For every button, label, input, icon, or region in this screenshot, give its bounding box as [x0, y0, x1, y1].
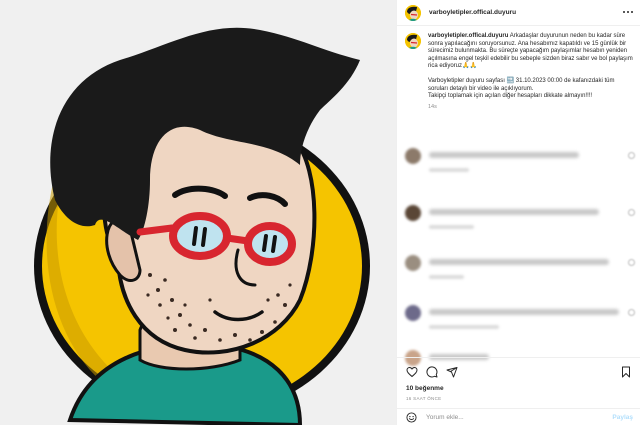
caption-body: varboyletipler.offical.duyuru Arkadaşlar…	[428, 33, 633, 111]
cartoon-avatar-illustration	[0, 0, 396, 425]
caption-paragraph-1: varboyletipler.offical.duyuru Arkadaşlar…	[428, 33, 633, 71]
caption-time: 14s	[428, 103, 437, 110]
comment-meta-blurred	[429, 275, 464, 279]
emoji-icon[interactable]	[406, 411, 417, 423]
post-header: varboyletipler.offical.duyuru	[397, 0, 640, 26]
comment-item[interactable]	[405, 148, 635, 188]
comment-like-icon[interactable]	[628, 152, 635, 159]
post-image[interactable]	[0, 0, 396, 425]
comment-meta-blurred	[429, 225, 474, 229]
comment-text-blurred	[429, 209, 599, 215]
caption-username[interactable]: varboyletipler.offical.duyuru	[428, 33, 508, 39]
author-avatar[interactable]	[405, 4, 421, 21]
comment-text-blurred	[429, 152, 579, 158]
comment-like-icon[interactable]	[628, 309, 635, 316]
comment-text-blurred	[429, 309, 619, 315]
comment-avatar[interactable]	[405, 305, 421, 321]
author-username[interactable]: varboyletipler.offical.duyuru	[429, 9, 516, 16]
comment-input[interactable]: Yorum ekle...	[426, 414, 612, 421]
comment-item[interactable]	[405, 305, 635, 345]
share-comment-button[interactable]: Paylaş	[612, 414, 633, 421]
caption-paragraph-3: Takipçi toplamak için açılan diğer hesap…	[428, 93, 593, 100]
post-details-panel: varboyletipler.offical.duyuru varboyleti…	[396, 0, 640, 425]
caption-paragraph-2: Varboyletipler duyuru sayfası 🔜 31.10.20…	[428, 77, 615, 92]
heart-icon[interactable]	[406, 366, 418, 378]
comment-avatar[interactable]	[405, 205, 421, 221]
post-time-ago: 16 SAAT ÖNCE	[406, 396, 442, 401]
bookmark-icon[interactable]	[620, 366, 632, 378]
add-comment-bar: Yorum ekle... Paylaş	[397, 408, 640, 425]
action-bar	[397, 357, 640, 385]
comment-like-icon[interactable]	[628, 209, 635, 216]
comment-avatar[interactable]	[405, 148, 421, 164]
post-caption: varboyletipler.offical.duyuru Arkadaşlar…	[405, 33, 635, 111]
likes-count[interactable]: 10 beğenme	[406, 385, 444, 392]
comment-meta-blurred	[429, 325, 499, 329]
comment-item[interactable]	[405, 205, 635, 245]
comment-like-icon[interactable]	[628, 259, 635, 266]
comment-item[interactable]	[405, 255, 635, 295]
more-options-icon[interactable]	[623, 7, 633, 17]
comment-meta-blurred	[429, 168, 469, 172]
comment-icon[interactable]	[426, 366, 438, 378]
send-icon[interactable]	[446, 366, 458, 378]
caption-avatar[interactable]	[405, 33, 421, 49]
comment-text-blurred	[429, 259, 609, 265]
comment-avatar[interactable]	[405, 255, 421, 271]
